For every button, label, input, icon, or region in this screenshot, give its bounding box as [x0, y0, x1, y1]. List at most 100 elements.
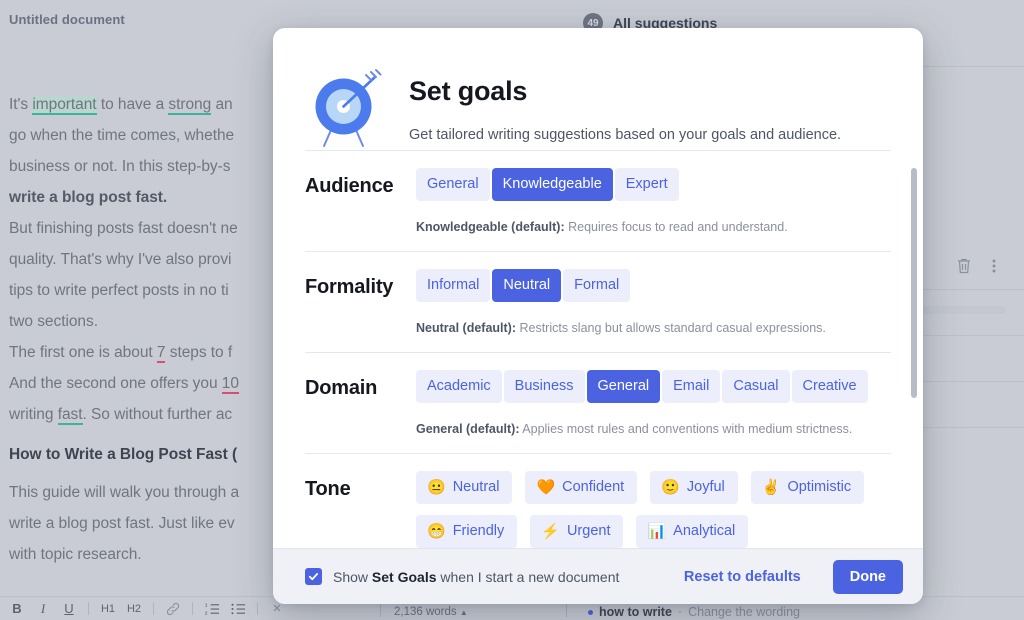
domain-option-academic[interactable]: Academic [416, 370, 502, 403]
formality-option-formal[interactable]: Formal [563, 269, 631, 302]
modal-title: Set goals [409, 76, 528, 106]
numbered-list-icon[interactable]: 1 2 [199, 598, 225, 620]
document-title: Untitled document [9, 12, 125, 27]
grinning-face-emoji-icon: 😁 [427, 523, 446, 540]
bar-chart-emoji-icon: 📊 [647, 523, 667, 540]
suggestion-separator: · [677, 605, 683, 619]
set-goals-modal: Set goals Get tailored writing suggestio… [273, 28, 923, 604]
domain-option-business[interactable]: Business [503, 370, 585, 403]
audience-option-group: General Knowledgeable Expert [416, 168, 891, 201]
tone-option-label: Urgent [566, 523, 611, 539]
reset-to-defaults-button[interactable]: Reset to defaults [680, 563, 805, 591]
link-icon[interactable] [160, 598, 186, 620]
audience-description-bold: Knowledgeable (default): [416, 220, 565, 234]
audience-option-knowledgeable[interactable]: Knowledgeable [491, 168, 613, 201]
tone-option-label: Friendly [452, 523, 505, 539]
domain-option-email[interactable]: Email [662, 370, 721, 403]
orange-heart-emoji-icon: 🧡 [536, 479, 556, 496]
tone-option-label: Optimistic [787, 479, 852, 495]
formality-description: Neutral (default): Restricts slang but a… [416, 321, 891, 335]
suggestion-dot-icon [588, 609, 593, 615]
tone-option-label: Confident [562, 479, 625, 495]
tone-option-optimistic[interactable]: ✌️ Optimistic [750, 471, 865, 504]
suggestion-highlight-important[interactable]: important [32, 96, 97, 115]
checkbox-label-post: when I start a new document [436, 568, 620, 585]
section-label-formality: Formality [305, 276, 394, 298]
suggestion-underline-fast[interactable]: fast [57, 406, 83, 425]
done-button[interactable]: Done [832, 559, 903, 594]
divider [153, 602, 154, 615]
section-label-audience: Audience [305, 175, 394, 197]
formality-description-bold: Neutral (default): [416, 321, 516, 335]
section-label-tone: Tone [305, 478, 351, 500]
neutral-face-emoji-icon: 😐 [427, 479, 446, 496]
formality-description-text: Restricts slang but allows standard casu… [516, 321, 826, 335]
word-count-caret-icon: ▲ [459, 608, 468, 617]
show-set-goals-checkbox[interactable]: Show Set Goals when I start a new docume… [305, 568, 619, 585]
suggestion-underline-strong[interactable]: strong [168, 96, 211, 115]
tone-option-label: Analytical [673, 523, 736, 539]
checkbox-label-pre: Show [333, 568, 372, 585]
word-count-label: 2,136 words [394, 606, 457, 618]
tone-option-group: 😐 Neutral 🧡 Confident 🙂 Joyful ✌️ Optimi… [416, 471, 891, 548]
modal-scroll-area: Set goals Get tailored writing suggestio… [273, 28, 923, 548]
domain-description-bold: General (default): [416, 422, 520, 436]
heading1-button[interactable]: H1 [95, 598, 121, 620]
tone-option-analytical[interactable]: 📊 Analytical [636, 515, 749, 548]
target-with-arrow-icon [315, 69, 382, 147]
tone-option-urgent[interactable]: ⚡ Urgent [530, 515, 624, 548]
victory-hand-emoji-icon: ✌️ [761, 479, 781, 496]
high-voltage-emoji-icon: ⚡ [541, 523, 560, 540]
svg-text:1: 1 [205, 602, 208, 607]
suggestion-action-text: Change the wording [688, 605, 800, 619]
svg-text:2: 2 [205, 610, 208, 615]
divider [192, 602, 193, 615]
tone-option-joyful[interactable]: 🙂 Joyful [650, 471, 738, 504]
domain-description-text: Applies most rules and conventions with … [519, 422, 853, 436]
section-audience: Audience General Knowledgeable Expert Kn… [305, 150, 891, 251]
modal-header: Set goals Get tailored writing suggestio… [305, 28, 891, 150]
formality-option-group: Informal Neutral Formal [416, 269, 891, 302]
modal-footer: Show Set Goals when I start a new docume… [273, 548, 923, 604]
checkbox-label-bold: Set Goals [371, 568, 437, 585]
tone-option-confident[interactable]: 🧡 Confident [525, 471, 638, 504]
divider [257, 602, 258, 615]
domain-option-general[interactable]: General [586, 370, 661, 403]
domain-description: General (default): Applies most rules an… [416, 422, 891, 436]
divider [88, 602, 89, 615]
section-tone: Tone 😐 Neutral 🧡 Confident 🙂 Joyful ✌️ O… [305, 453, 891, 548]
underline-button[interactable]: U [56, 598, 82, 620]
suggestion-underline-10[interactable]: 10 [221, 375, 239, 394]
heading2-button[interactable]: H2 [121, 598, 147, 620]
italic-button[interactable]: I [30, 598, 56, 620]
suggestion-term: how to write [599, 605, 672, 619]
tone-option-label: Joyful [686, 479, 725, 495]
section-domain: Domain Academic Business General Email C… [305, 352, 891, 453]
section-formality: Formality Informal Neutral Formal Neutra… [305, 251, 891, 352]
bold-button[interactable]: B [4, 598, 30, 620]
modal-scrollbar[interactable] [911, 168, 917, 528]
formality-option-neutral[interactable]: Neutral [492, 269, 562, 302]
suggestion-underline-7[interactable]: 7 [156, 344, 166, 363]
trash-icon[interactable] [956, 257, 972, 280]
domain-option-creative[interactable]: Creative [791, 370, 868, 403]
bottom-suggestion[interactable]: how to write · Change the wording [588, 605, 800, 619]
word-count[interactable]: 2,136 words ▲ [394, 606, 468, 618]
tone-option-label: Neutral [452, 479, 500, 495]
slightly-smiling-face-emoji-icon: 🙂 [661, 479, 680, 496]
audience-option-expert[interactable]: Expert [614, 168, 679, 201]
modal-subtitle: Get tailored writing suggestions based o… [409, 127, 842, 143]
audience-option-general[interactable]: General [416, 168, 490, 201]
formality-option-informal[interactable]: Informal [416, 269, 491, 302]
domain-option-group: Academic Business General Email Casual C… [416, 370, 891, 403]
audience-description: Knowledgeable (default): Requires focus … [416, 220, 891, 234]
checkbox-checked-icon[interactable] [305, 568, 322, 585]
tone-option-neutral[interactable]: 😐 Neutral [416, 471, 513, 504]
domain-option-casual[interactable]: Casual [722, 370, 790, 403]
bullet-list-icon[interactable] [225, 598, 251, 620]
more-vertical-icon[interactable] [992, 258, 996, 279]
modal-scrollbar-thumb[interactable] [911, 168, 917, 398]
tone-option-friendly[interactable]: 😁 Friendly [416, 515, 518, 548]
checkbox-label: Show Set Goals when I start a new docume… [333, 569, 619, 585]
audience-description-text: Requires focus to read and understand. [564, 220, 788, 234]
